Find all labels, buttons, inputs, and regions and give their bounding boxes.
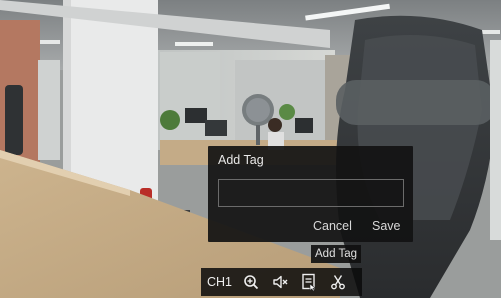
mute-icon: [273, 275, 288, 289]
clip-button[interactable]: [327, 271, 349, 293]
save-button[interactable]: Save: [372, 219, 401, 233]
dialog-title: Add Tag: [218, 153, 264, 167]
mute-button[interactable]: [269, 271, 291, 293]
add-tag-dialog: Add Tag Cancel Save: [208, 146, 413, 242]
zoom-in-icon: [244, 275, 259, 290]
add-tag-icon: [302, 273, 317, 291]
scissors-icon: [331, 275, 345, 290]
camera-live-view: Add Tag Cancel Save Add Tag CH1: [0, 0, 501, 298]
cancel-button[interactable]: Cancel: [313, 219, 352, 233]
add-tag-tooltip: Add Tag: [311, 245, 361, 263]
tag-name-input[interactable]: [218, 179, 404, 207]
add-tag-button[interactable]: [298, 271, 320, 293]
channel-label: CH1: [207, 275, 233, 289]
playback-toolbar: CH1: [201, 268, 362, 296]
zoom-in-button[interactable]: [240, 271, 262, 293]
